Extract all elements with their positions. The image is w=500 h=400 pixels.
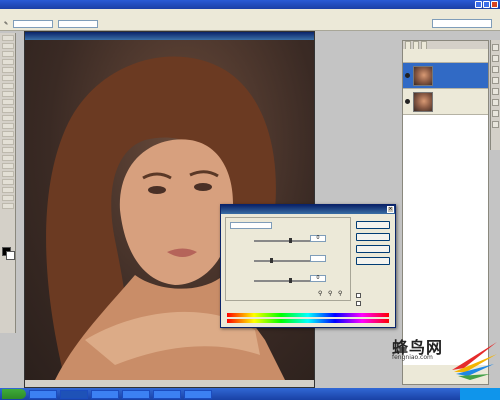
edit-dropdown[interactable] — [230, 222, 272, 229]
layers-empty-area — [403, 115, 488, 365]
crop-tool-icon[interactable] — [1, 67, 14, 73]
taskbar-item[interactable] — [153, 389, 181, 399]
output-spectrum-bar — [227, 319, 389, 323]
slice-tool-icon[interactable] — [1, 75, 14, 81]
options-bar: ✎ — [0, 17, 500, 31]
hue-slider-thumb[interactable] — [289, 238, 292, 243]
hue-value-input[interactable]: 0 — [310, 235, 326, 242]
cancel-button[interactable] — [356, 233, 390, 241]
os-taskbar — [0, 388, 500, 400]
dialog-controls-group: 0 0 ⚲ ⚲ ⚲ — [225, 217, 351, 301]
tool-preset-icon[interactable]: ✎ — [4, 21, 8, 27]
clone-stamp-tool-icon[interactable] — [1, 99, 14, 105]
layers-options-row — [403, 49, 488, 63]
shape-tool-icon[interactable] — [1, 171, 14, 177]
gradient-tool-icon[interactable] — [1, 123, 14, 129]
lasso-tool-icon[interactable] — [1, 51, 14, 57]
hand-tool-icon[interactable] — [1, 195, 14, 201]
blur-tool-icon[interactable] — [1, 131, 14, 137]
panel-tabs — [403, 41, 488, 49]
saturation-value-input[interactable] — [310, 255, 326, 262]
tab-channels[interactable] — [413, 41, 419, 49]
saturation-slider-thumb[interactable] — [270, 258, 273, 263]
document-status-bar — [25, 380, 314, 387]
toolbox — [0, 33, 16, 333]
palette-icon[interactable] — [492, 66, 499, 73]
taskbar-item[interactable] — [60, 389, 88, 399]
window-controls — [475, 1, 498, 8]
palette-icon[interactable] — [492, 99, 499, 106]
palette-icon[interactable] — [492, 88, 499, 95]
visibility-eye-icon[interactable] — [405, 73, 410, 78]
taskbar-item[interactable] — [122, 389, 150, 399]
checkbox-box[interactable] — [356, 301, 361, 306]
palette-icon[interactable] — [492, 77, 499, 84]
dialog-close-icon[interactable]: × — [387, 206, 394, 213]
site-watermark: 蜂鸟网 fengniao.com — [372, 330, 500, 386]
start-button[interactable] — [2, 389, 26, 399]
visibility-eye-icon[interactable] — [405, 99, 410, 104]
minimize-button[interactable] — [475, 1, 482, 8]
maximize-button[interactable] — [483, 1, 490, 8]
tab-layers[interactable] — [405, 41, 411, 49]
layer-thumbnail — [413, 91, 433, 112]
healing-brush-tool-icon[interactable] — [1, 83, 14, 89]
preview-checkbox[interactable] — [356, 301, 363, 306]
pen-tool-icon[interactable] — [1, 163, 14, 169]
palette-well[interactable] — [432, 19, 492, 28]
input-spectrum-bar — [227, 313, 389, 317]
magic-wand-tool-icon[interactable] — [1, 59, 14, 65]
layer-row[interactable] — [403, 63, 488, 89]
tab-paths[interactable] — [421, 41, 427, 49]
eyedropper-icon[interactable]: ⚲ — [318, 290, 322, 297]
lightness-value-input[interactable]: 0 — [310, 275, 326, 282]
notes-tool-icon[interactable] — [1, 179, 14, 185]
app-title-bar — [0, 0, 500, 9]
move-tool-icon[interactable] — [1, 43, 14, 49]
checkbox-box[interactable] — [356, 293, 361, 298]
lightness-slider-thumb[interactable] — [289, 278, 292, 283]
taskbar-item[interactable] — [29, 389, 57, 399]
options-field[interactable] — [13, 19, 54, 28]
layer-row[interactable] — [403, 89, 488, 115]
marquee-tool-icon[interactable] — [1, 35, 14, 41]
dodge-tool-icon[interactable] — [1, 139, 14, 145]
eyedropper-minus-icon[interactable]: ⚲ — [338, 290, 342, 297]
history-brush-tool-icon[interactable] — [1, 107, 14, 113]
palette-icon[interactable] — [492, 55, 499, 62]
watermark-url: fengniao.com — [392, 354, 433, 361]
menu-bar — [0, 9, 500, 17]
taskbar-item[interactable] — [91, 389, 119, 399]
palette-dock-strip — [490, 40, 500, 150]
eyedropper-tool-icon[interactable] — [1, 187, 14, 193]
ok-button[interactable] — [356, 221, 390, 229]
save-button[interactable] — [356, 257, 390, 265]
adjustment-dialog: × 0 0 ⚲ ⚲ ⚲ — [220, 204, 396, 328]
type-tool-icon[interactable] — [1, 155, 14, 161]
palette-icon[interactable] — [492, 110, 499, 117]
zoom-tool-icon[interactable] — [1, 203, 14, 209]
document-title-bar — [25, 32, 314, 40]
eyedropper-plus-icon[interactable]: ⚲ — [328, 290, 332, 297]
palette-icon[interactable] — [492, 44, 499, 51]
background-color-swatch[interactable] — [6, 251, 15, 260]
dialog-title-bar: × — [221, 205, 395, 214]
load-button[interactable] — [356, 245, 390, 253]
options-field-2[interactable] — [58, 19, 99, 28]
eraser-tool-icon[interactable] — [1, 115, 14, 121]
taskbar-item[interactable] — [184, 389, 212, 399]
layer-thumbnail — [413, 65, 433, 86]
close-button[interactable] — [491, 1, 498, 8]
path-selection-tool-icon[interactable] — [1, 147, 14, 153]
palette-icon[interactable] — [492, 121, 499, 128]
colorize-checkbox[interactable] — [356, 293, 361, 298]
system-tray — [460, 388, 500, 400]
brush-tool-icon[interactable] — [1, 91, 14, 97]
